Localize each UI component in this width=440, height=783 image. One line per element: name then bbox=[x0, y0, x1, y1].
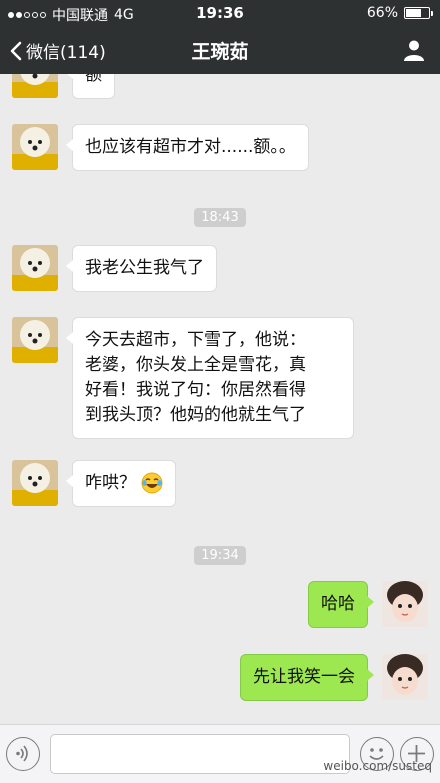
timestamp-label: 18:43 bbox=[194, 208, 246, 227]
message-text: 咋哄？ bbox=[85, 473, 136, 493]
chat-area[interactable]: 额 也应该有超市才对......额。。 18:43 我老公生我气了 今天去超市，… bbox=[0, 74, 440, 724]
my-avatar[interactable] bbox=[382, 581, 428, 627]
chevron-left-icon bbox=[10, 41, 22, 60]
message-bubble[interactable]: 先让我笑一会 bbox=[240, 654, 374, 701]
message-bubble[interactable]: 也应该有超市才对......额。。 bbox=[66, 124, 309, 171]
contact-avatar[interactable] bbox=[12, 124, 58, 170]
battery-icon bbox=[404, 7, 433, 19]
laughing-crying-emoji-icon bbox=[141, 472, 163, 494]
message-line: 好看！我说了句：你居然看得 bbox=[85, 380, 306, 400]
message-line: 今天去超市，下雪了，他说： bbox=[85, 330, 306, 350]
back-label: 微信(114) bbox=[26, 43, 106, 63]
status-right: 66% bbox=[366, 5, 433, 21]
contact-avatar[interactable] bbox=[12, 245, 58, 291]
message-line: 老婆，你头发上全是雪花，真 bbox=[85, 355, 306, 375]
message-line: 到我头顶？他妈的他就生气了 bbox=[85, 405, 306, 425]
contact-avatar[interactable] bbox=[12, 74, 58, 98]
input-bar: weibo.com/susteq bbox=[0, 724, 440, 783]
voice-button[interactable] bbox=[6, 737, 40, 771]
message-bubble[interactable]: 哈哈 bbox=[308, 581, 374, 628]
timestamp: 18:43 bbox=[0, 206, 440, 227]
watermark: weibo.com/susteq bbox=[323, 759, 432, 773]
status-bar: 中国联通 4G 19:36 66% bbox=[0, 0, 440, 26]
battery-percent: 66% bbox=[366, 5, 398, 21]
timestamp: 19:34 bbox=[0, 544, 440, 565]
battery-fill bbox=[406, 9, 421, 17]
message-input[interactable] bbox=[50, 734, 350, 774]
user-profile-icon[interactable] bbox=[402, 38, 426, 62]
message-bubble[interactable]: 今天去超市，下雪了，他说： 老婆，你头发上全是雪花，真 好看！我说了句：你居然看… bbox=[66, 317, 354, 439]
timestamp-label: 19:34 bbox=[194, 546, 246, 565]
message-bubble[interactable]: 咋哄？ bbox=[65, 460, 177, 507]
message-bubble[interactable]: 额 bbox=[66, 74, 115, 99]
message-bubble[interactable]: 我老公生我气了 bbox=[66, 245, 217, 292]
nav-bar: 微信(114) 王琬茹 bbox=[0, 26, 440, 74]
contact-avatar[interactable] bbox=[12, 460, 58, 506]
my-avatar[interactable] bbox=[382, 654, 428, 700]
contact-avatar[interactable] bbox=[12, 317, 58, 363]
voice-icon bbox=[16, 745, 28, 762]
back-button[interactable]: 微信(114) bbox=[10, 38, 106, 63]
